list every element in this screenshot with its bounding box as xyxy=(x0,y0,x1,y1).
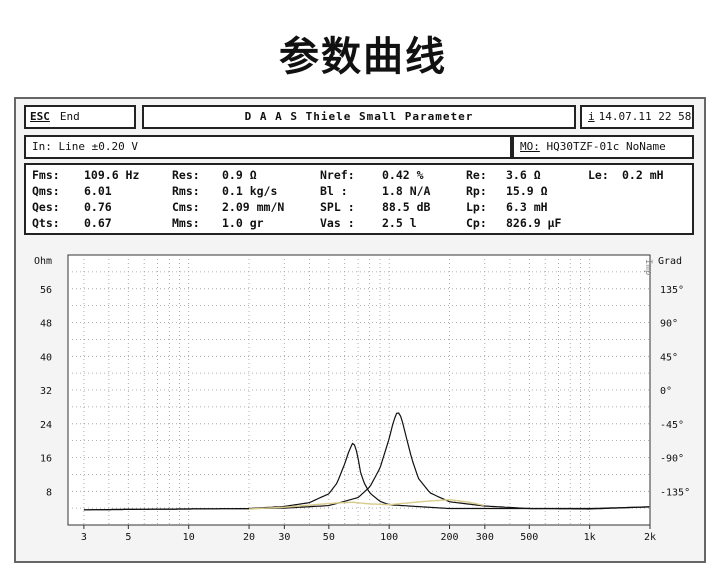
x-tick-label: 30 xyxy=(278,532,290,543)
y2-axis-title: Grad xyxy=(658,256,682,267)
y-tick-label: 8 xyxy=(46,487,52,498)
y-tick-label: 32 xyxy=(40,386,52,397)
y-tick-label: 24 xyxy=(40,420,52,431)
y2-tick-label: 45° xyxy=(660,352,678,363)
x-tick-label: 5 xyxy=(125,532,131,543)
impedance-chart: 3 5 10 20 30 50 100 200 300 500 1k 2k 8 16 24 32 40 48 56 O… xyxy=(34,254,690,543)
x-tick-label: 50 xyxy=(323,532,335,543)
x-tick-label: 100 xyxy=(380,532,398,543)
y-tick-label: 48 xyxy=(40,319,52,330)
y2-tick-label: 135° xyxy=(660,285,684,296)
x-tick-label: 300 xyxy=(476,532,494,543)
y2-tick-label: -90° xyxy=(660,454,684,465)
side-label: Imp xyxy=(643,259,653,275)
y2-tick-label: 0° xyxy=(660,386,672,397)
y-tick-label: 40 xyxy=(40,352,52,363)
x-tick-label: 10 xyxy=(183,532,195,543)
y2-tick-label: -135° xyxy=(660,487,690,498)
analyzer-window: ESC End D A A S Thiele Small Parameter i1… xyxy=(14,97,706,563)
x-tick-label: 20 xyxy=(243,532,255,543)
page-heading: 参数曲线 xyxy=(279,34,447,80)
x-tick-label: 1k xyxy=(584,532,596,543)
y-tick-label: 16 xyxy=(40,454,52,465)
x-tick-label: 200 xyxy=(440,532,458,543)
y-axis-title: Ohm xyxy=(34,256,52,267)
y2-tick-label: 90° xyxy=(660,319,678,330)
x-tick-label: 500 xyxy=(520,532,538,543)
x-tick-label: 2k xyxy=(644,532,656,543)
y-tick-label: 56 xyxy=(40,285,52,296)
x-tick-label: 3 xyxy=(81,532,87,543)
y2-tick-label: -45° xyxy=(660,420,684,431)
plot-area xyxy=(67,254,651,526)
